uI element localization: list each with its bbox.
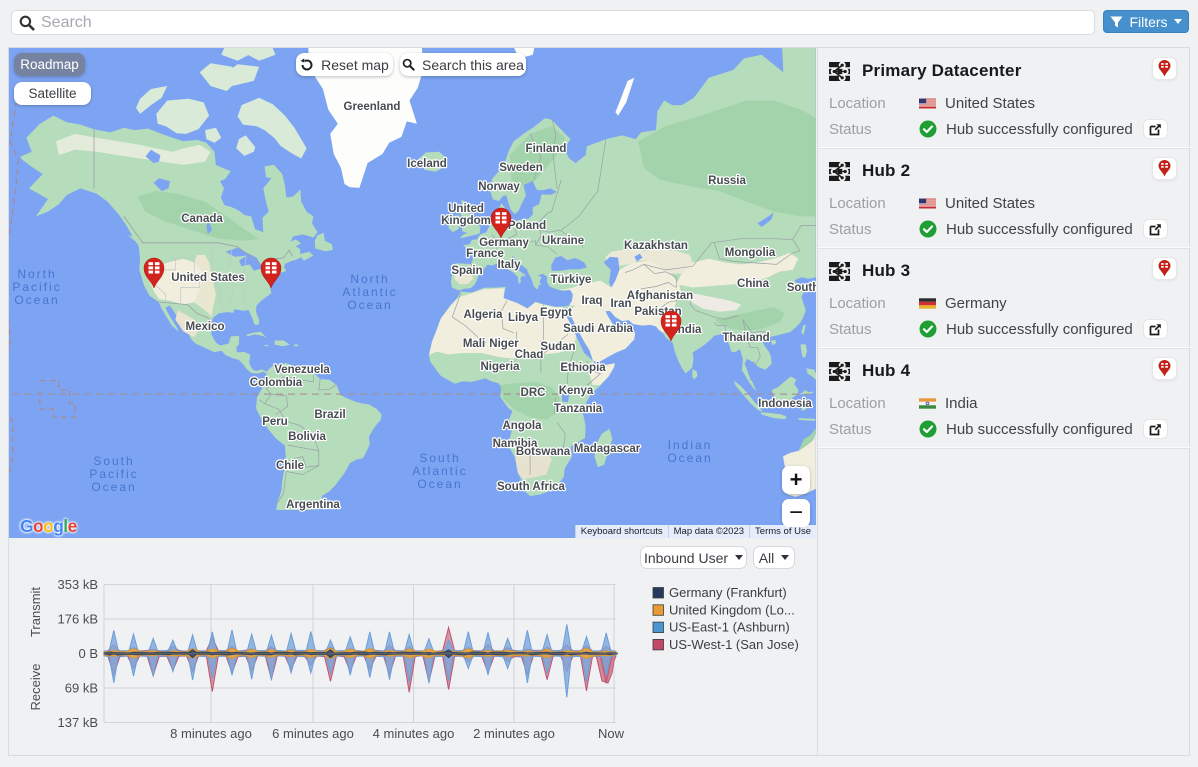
svg-text:US-West-1 (San Jose): US-West-1 (San Jose)	[669, 637, 799, 652]
svg-text:US-East-1 (Ashburn): US-East-1 (Ashburn)	[669, 620, 790, 635]
svg-text:176 kB: 176 kB	[58, 612, 98, 627]
svg-text:Transmit: Transmit	[28, 587, 43, 637]
svg-text:353 kB: 353 kB	[58, 577, 98, 592]
svg-text:6 minutes ago: 6 minutes ago	[272, 726, 354, 741]
svg-text:0 B: 0 B	[78, 646, 98, 661]
svg-text:Receive: Receive	[28, 664, 43, 711]
svg-text:Germany (Frankfurt): Germany (Frankfurt)	[669, 585, 787, 600]
svg-text:137 kB: 137 kB	[58, 715, 98, 730]
svg-text:4 minutes ago: 4 minutes ago	[373, 726, 455, 741]
svg-text:Now: Now	[598, 726, 625, 741]
svg-text:8 minutes ago: 8 minutes ago	[170, 726, 252, 741]
svg-text:2 minutes ago: 2 minutes ago	[473, 726, 555, 741]
svg-text:69 kB: 69 kB	[65, 681, 98, 696]
svg-text:United Kingdom (Lo...: United Kingdom (Lo...	[669, 602, 795, 617]
